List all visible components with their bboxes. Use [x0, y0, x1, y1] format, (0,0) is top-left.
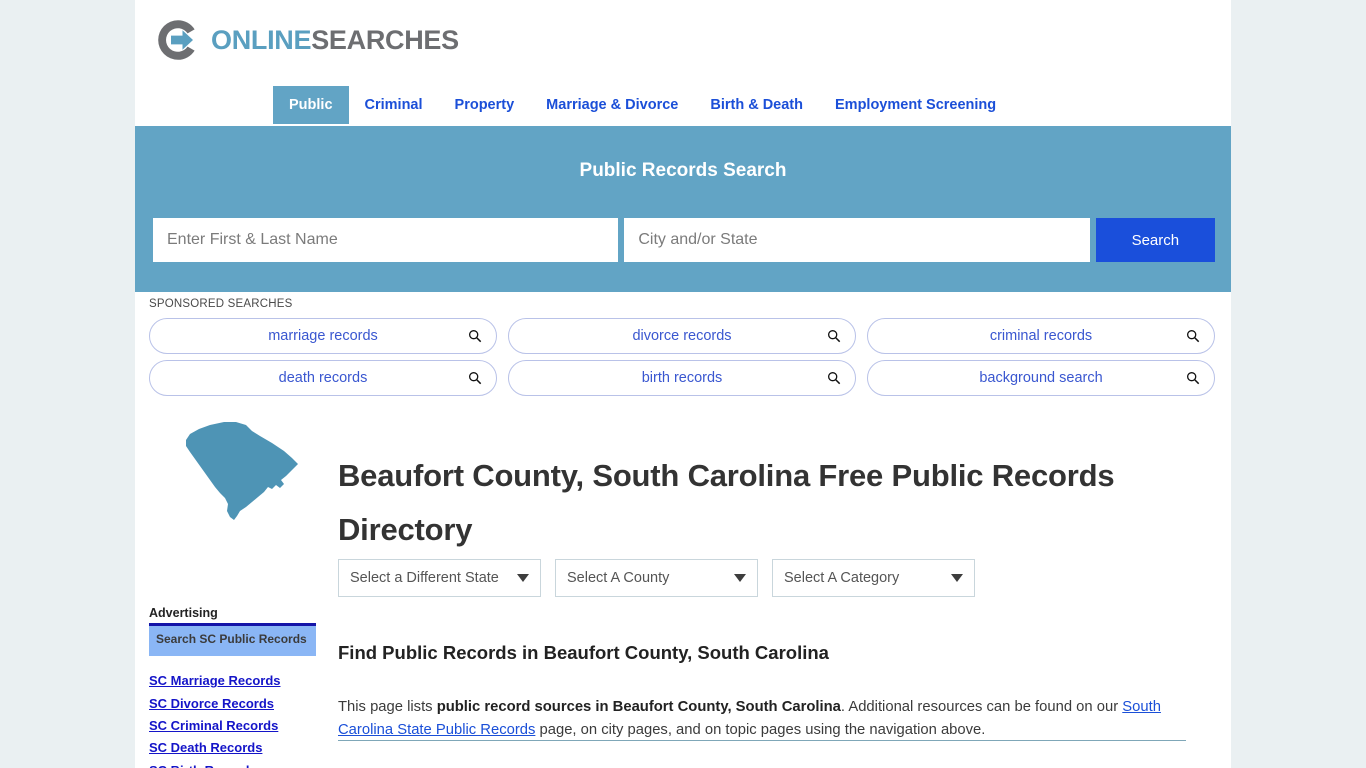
search-icon	[468, 371, 482, 385]
page-root: ONLINESEARCHES Public Criminal Property …	[0, 0, 1366, 768]
sponsored-pill-label: background search	[979, 370, 1103, 386]
section-title-find-public-records: Find Public Records in Beaufort County, …	[338, 642, 829, 664]
section-divider	[338, 740, 1186, 741]
public-records-search-banner: Public Records Search Search	[135, 126, 1231, 292]
sponsored-pill-death-records[interactable]: death records	[149, 360, 497, 396]
sponsored-pill-divorce-records[interactable]: divorce records	[508, 318, 856, 354]
advertising-sidebar: Advertising Search SC Public Records SC …	[149, 606, 316, 768]
nav-item-employment-screening[interactable]: Employment Screening	[819, 86, 1012, 124]
county-select[interactable]: Select A County	[555, 559, 758, 597]
chevron-down-icon	[517, 574, 529, 582]
sidebar-item-sc-divorce-records[interactable]: SC Divorce Records	[149, 693, 316, 715]
intro-bold: public record sources in Beaufort County…	[436, 698, 841, 715]
sponsored-searches-label: SPONSORED SEARCHES	[149, 298, 293, 310]
search-icon	[468, 329, 482, 343]
logo-word-searches: SEARCHES	[311, 24, 459, 55]
city-state-search-input[interactable]	[624, 218, 1090, 262]
county-select-label: Select A County	[567, 570, 670, 586]
chevron-down-icon	[734, 574, 746, 582]
sponsored-searches-list: marriage records divorce records crimina…	[149, 318, 1215, 396]
content-container: ONLINESEARCHES Public Criminal Property …	[135, 0, 1231, 768]
intro-lead: This page lists	[338, 698, 437, 715]
sponsored-pill-label: marriage records	[268, 328, 378, 344]
sponsored-pill-label: divorce records	[632, 328, 732, 344]
logo-word-online: ONLINE	[211, 24, 312, 55]
ad-unit-text: Search SC Public Records	[156, 632, 307, 646]
filter-selects: Select a Different State Select A County…	[338, 559, 975, 597]
category-select-label: Select A Category	[784, 570, 900, 586]
sponsored-pill-birth-records[interactable]: birth records	[508, 360, 856, 396]
state-select[interactable]: Select a Different State	[338, 559, 541, 597]
search-icon	[827, 371, 841, 385]
ad-unit[interactable]: Search SC Public Records	[149, 623, 316, 657]
circle-arrow-logo-icon	[155, 17, 201, 63]
advertising-label: Advertising	[149, 606, 218, 620]
intro-tail: page, on city pages, and on topic pages …	[535, 721, 986, 738]
sponsored-pill-criminal-records[interactable]: criminal records	[867, 318, 1215, 354]
sidebar-item-sc-birth-records[interactable]: SC Birth Records	[149, 760, 316, 768]
sponsored-pill-label: death records	[278, 370, 368, 386]
nav-item-criminal[interactable]: Criminal	[349, 86, 439, 124]
site-logo[interactable]: ONLINESEARCHES	[155, 16, 459, 64]
sponsored-pill-label: birth records	[641, 370, 723, 386]
sidebar-item-sc-death-records[interactable]: SC Death Records	[149, 737, 316, 759]
sidebar-item-sc-marriage-records[interactable]: SC Marriage Records	[149, 670, 316, 692]
banner-title: Public Records Search	[579, 160, 787, 181]
name-search-input[interactable]	[153, 218, 619, 262]
south-carolina-state-map-icon	[180, 418, 310, 523]
nav-item-birth-death[interactable]: Birth & Death	[694, 86, 819, 124]
nav-item-property[interactable]: Property	[439, 86, 531, 124]
search-icon	[1186, 329, 1200, 343]
search-form: Search	[153, 218, 1215, 262]
nav-item-public[interactable]: Public	[273, 86, 349, 124]
nav-item-marriage-divorce[interactable]: Marriage & Divorce	[530, 86, 694, 124]
sponsored-pill-label: criminal records	[989, 328, 1093, 344]
logo-wordmark: ONLINESEARCHES	[211, 24, 459, 55]
sponsored-pill-marriage-records[interactable]: marriage records	[149, 318, 497, 354]
search-icon	[827, 329, 841, 343]
chevron-down-icon	[951, 574, 963, 582]
intro-paragraph: This page lists public record sources in…	[338, 696, 1186, 742]
sidebar-links: SC Marriage Records SC Divorce Records S…	[149, 670, 316, 768]
main-navigation: Public Criminal Property Marriage & Divo…	[135, 86, 1231, 126]
sidebar-item-sc-criminal-records[interactable]: SC Criminal Records	[149, 715, 316, 737]
category-select[interactable]: Select A Category	[772, 559, 975, 597]
sponsored-pill-background-search[interactable]: background search	[867, 360, 1215, 396]
page-title: Beaufort County, South Carolina Free Pub…	[338, 457, 1115, 548]
intro-mid: . Additional resources can be found on o…	[840, 698, 1123, 715]
search-button[interactable]: Search	[1095, 218, 1215, 262]
search-icon	[1186, 371, 1200, 385]
state-select-label: Select a Different State	[350, 570, 499, 586]
